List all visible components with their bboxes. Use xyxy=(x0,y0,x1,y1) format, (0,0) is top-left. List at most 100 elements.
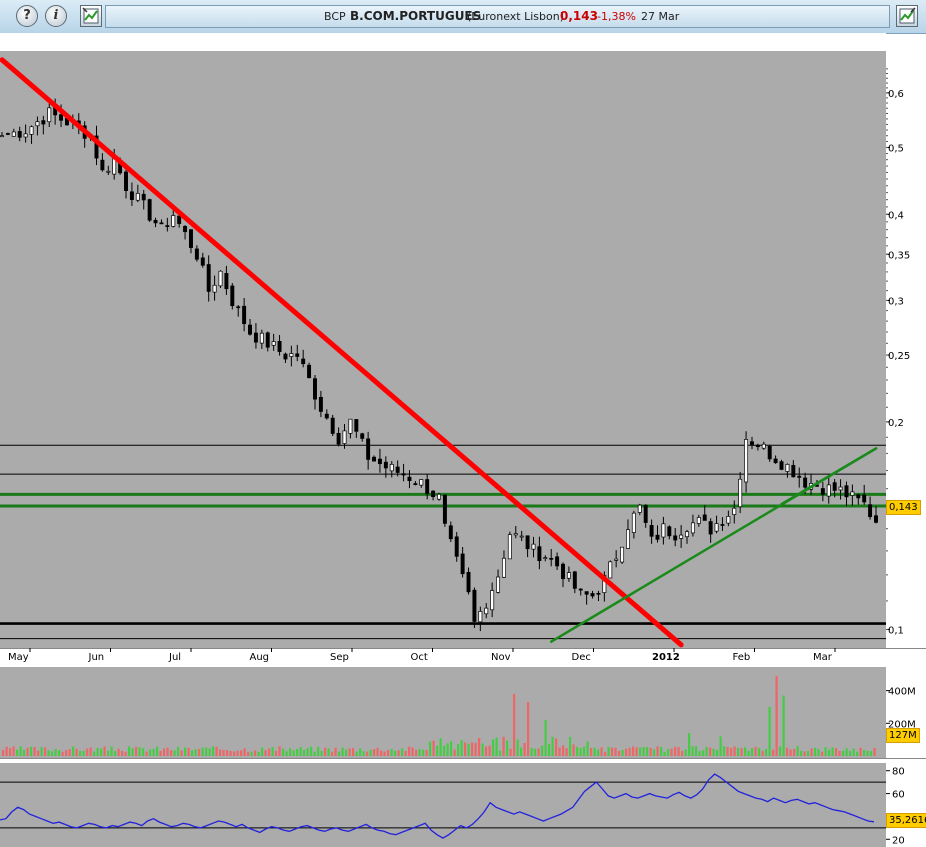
volume-bar xyxy=(86,748,89,756)
volume-bar xyxy=(569,736,572,756)
volume-bar xyxy=(800,750,803,756)
candle-body xyxy=(218,270,223,287)
volume-bar xyxy=(506,740,509,756)
volume-bar xyxy=(411,747,414,756)
chart-settings-button[interactable] xyxy=(80,5,102,27)
volume-bar xyxy=(758,748,761,756)
candle-body xyxy=(389,464,394,472)
candle-body xyxy=(549,557,554,560)
volume-bar xyxy=(845,748,848,756)
candle-body xyxy=(135,192,140,201)
volume-bar xyxy=(142,748,145,756)
volume-bar xyxy=(380,750,383,756)
price-tick-label: 0,4 xyxy=(888,210,904,221)
volume-bar xyxy=(257,751,260,756)
candle-body xyxy=(188,229,193,248)
volume-bar xyxy=(471,742,474,756)
volume-bar xyxy=(656,746,659,756)
candle-body xyxy=(448,525,453,540)
candle-body xyxy=(100,159,105,171)
volume-bar xyxy=(422,749,425,756)
volume-bar xyxy=(75,748,78,756)
candle-body xyxy=(147,199,152,221)
volume-bar xyxy=(751,748,754,756)
volume-bar xyxy=(481,743,484,756)
candle-body xyxy=(183,226,188,233)
volume-bar xyxy=(660,746,663,756)
candle-body xyxy=(484,607,489,615)
volume-bar xyxy=(317,746,320,756)
volume-bar xyxy=(796,746,799,756)
volume-bar xyxy=(761,751,764,756)
candle-body xyxy=(655,534,660,540)
volume-bar xyxy=(551,736,554,756)
volume-bar xyxy=(765,748,768,756)
candle-body xyxy=(59,114,64,121)
volume-bar xyxy=(327,748,330,756)
volume-bar xyxy=(212,746,215,756)
volume-bar xyxy=(607,747,610,756)
volume-bar xyxy=(632,746,635,756)
candle-body xyxy=(360,433,365,439)
candle-body xyxy=(590,593,595,597)
volume-bar xyxy=(705,747,708,756)
volume-bar xyxy=(215,746,218,756)
candle-body xyxy=(750,441,754,445)
info-button[interactable]: i xyxy=(45,5,67,27)
volume-bar xyxy=(376,747,379,756)
volume-bar xyxy=(177,746,180,756)
volume-bar xyxy=(110,746,113,756)
volume-bar xyxy=(492,739,495,756)
volume-tick-label: 400M xyxy=(888,687,916,698)
volume-bar xyxy=(530,747,533,756)
volume-bar xyxy=(446,743,449,756)
help-button[interactable]: ? xyxy=(16,5,38,27)
volume-bar xyxy=(639,747,642,756)
date-tick-label: 2012 xyxy=(652,652,680,663)
volume-bar xyxy=(285,751,288,756)
volume-bar xyxy=(583,746,586,756)
candle-body xyxy=(336,432,341,445)
volume-bar xyxy=(128,746,131,756)
volume-bar xyxy=(688,733,691,756)
volume-bar xyxy=(478,738,481,756)
volume-bar xyxy=(61,751,64,756)
rsi-tick-label: 60 xyxy=(892,790,905,801)
volume-bar xyxy=(9,748,12,756)
volume-bar xyxy=(870,751,873,756)
price-tick-label: 0,25 xyxy=(888,351,910,362)
volume-bar xyxy=(58,750,61,756)
candle-body xyxy=(289,353,294,357)
volume-bar xyxy=(863,750,866,756)
volume-bar xyxy=(348,748,351,756)
candle-body xyxy=(366,438,371,460)
volume-bar xyxy=(747,750,750,756)
volume-bar xyxy=(124,751,127,756)
candle-body xyxy=(5,133,10,135)
candle-body xyxy=(47,107,52,123)
candle-body xyxy=(767,445,772,460)
candle-body xyxy=(531,543,536,550)
date-tick-label: Feb xyxy=(733,652,751,663)
candle-body xyxy=(614,558,619,561)
candle-body xyxy=(248,324,253,335)
chart-export-button[interactable] xyxy=(896,5,918,27)
volume-bar xyxy=(278,746,281,756)
volume-bar xyxy=(345,749,348,756)
rsi-tick-label: 80 xyxy=(892,767,905,778)
volume-bar xyxy=(2,750,5,756)
volume-bar xyxy=(114,750,117,756)
date-axis-labels: May Jun Jul Aug Sep Oct Nov Dec 2012 Feb Mar xyxy=(8,648,836,663)
volume-bar xyxy=(226,750,229,756)
volume-bar xyxy=(464,742,467,756)
volume-bar xyxy=(754,746,757,756)
volume-bar xyxy=(873,747,876,756)
volume-bar xyxy=(219,749,222,756)
volume-bar xyxy=(338,751,341,756)
candle-body xyxy=(466,571,471,593)
candle-body xyxy=(425,479,430,495)
volume-bar xyxy=(163,748,166,756)
candle-body xyxy=(313,378,317,400)
date-tick-label: Aug xyxy=(250,652,270,663)
volume-bar xyxy=(443,745,446,756)
